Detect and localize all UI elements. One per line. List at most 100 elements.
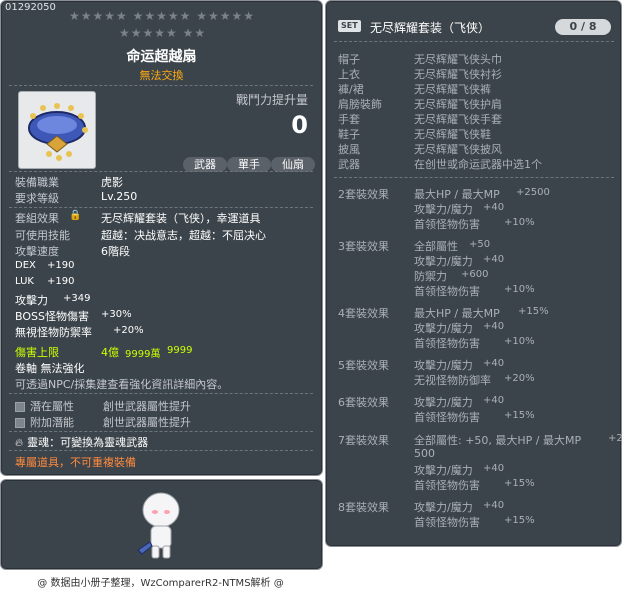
set-effect-tier-label: 3套裝效果 [338, 240, 389, 253]
set-effect-value: +20% [504, 373, 535, 384]
untradeable-label: 無法交換 [139, 69, 184, 82]
set-effect-stat: 全部屬性 [414, 240, 458, 253]
set-effect-value: +600 [461, 269, 489, 280]
potential-value: 創世武器屬性提升 [103, 400, 191, 413]
tag-fan: 仙扇 [271, 157, 315, 172]
star-force-row-1: ★★★★★ ★★★★★ ★★★★★ [69, 9, 255, 23]
set-effect-value: +15% [504, 478, 535, 489]
set-effect-stat: 攻擊力/魔力 [414, 255, 473, 268]
set-badge: SET [338, 20, 361, 32]
star-force-row-2: ★★★★★ ★★ [119, 26, 207, 40]
potential-icon [15, 402, 25, 412]
avatar-preview-panel [0, 479, 323, 570]
divider [334, 41, 614, 42]
boss-damage-label: BOSS怪物傷害 [15, 310, 89, 323]
set-effect-tier-label: 7套裝效果 [338, 434, 389, 447]
set-part-slot: 褲/裙 [338, 83, 364, 96]
set-effect-tier-label: 4套裝效果 [338, 307, 389, 320]
set-title: 无尽辉耀套装（飞侠） [370, 21, 491, 35]
potential-row: 潛在屬性 [15, 398, 74, 414]
set-effect-value: +40 [483, 500, 505, 511]
set-part-name: 无尽辉耀飞侠裤 [414, 83, 491, 96]
footer-credit: @ 数据由小册子整理，WzComparerR2-NTMS解析 @ [37, 578, 284, 589]
job-label: 裝備職業 [15, 176, 59, 189]
divider [9, 450, 313, 451]
level-value: Lv.250 [101, 190, 138, 203]
npc-note: 可透過NPC/採集建查看強化資訊詳細內容。 [15, 378, 229, 391]
set-effect-tier-label: 2套裝效果 [338, 188, 389, 201]
attack-label: 攻擊力 [15, 294, 48, 307]
item-icon-frame [18, 91, 96, 169]
exclusive-note: 專屬道具，不可重複裝備 [15, 456, 136, 469]
level-label: 要求等級 [15, 192, 59, 205]
soul-value: ：可變換為靈魂武器 [49, 436, 149, 449]
set-effect-stat: 首领怪物伤害 [414, 285, 480, 298]
luk-label: LUK [15, 276, 34, 287]
damage-cap-value-a: 4億 [101, 346, 119, 359]
tag-one-handed: 單手 [227, 157, 271, 172]
soul-label: 靈魂 [27, 436, 50, 449]
item-tooltip-panel: 01292050 ★★★★★ ★★★★★ ★★★★★ ★★★★★ ★★ 命运超越… [0, 0, 323, 476]
set-effect-value: +15% [504, 515, 535, 526]
set-effect-stat: 攻擊力/魔力 [414, 359, 473, 372]
item-name: 命运超越扇 [126, 49, 197, 65]
ignore-defense-label: 無視怪物防禦率 [15, 326, 92, 339]
divider [9, 171, 313, 172]
soul-row: 🔥︎ 靈魂：可變換為靈魂武器 [15, 434, 148, 450]
set-part-slot: 肩膀裝飾 [338, 98, 382, 111]
additional-potential-row: 附加潛能 [15, 414, 74, 430]
set-effect-value: +40 [483, 202, 505, 213]
lock-icon: 🔒 [69, 210, 82, 221]
set-part-slot: 武器 [338, 158, 360, 171]
set-effect-value: +40 [483, 321, 505, 332]
set-effect-tier-label: 8套裝效果 [338, 501, 389, 514]
dex-label: DEX [15, 260, 36, 271]
set-effect-stat: 首领怪物伤害 [414, 516, 480, 529]
set-effect-stat: 全部屬性: +50, 最大HP / 最大MP [414, 434, 582, 447]
set-info-panel: SET 无尽辉耀套装（飞侠） 0 / 8 帽子 无尽辉耀飞侠头巾 上衣 无尽辉耀飞侠衬… [325, 0, 622, 547]
set-effect-value: +10% [504, 217, 535, 228]
set-effect-value: +40 [483, 358, 505, 369]
set-effect-stat: 500 [414, 447, 435, 460]
set-effect-stat: 攻擊力/魔力 [414, 203, 473, 216]
additional-potential-icon [15, 418, 25, 428]
set-part-slot: 上衣 [338, 68, 360, 81]
set-effect-stat: 防禦力 [414, 270, 447, 283]
set-effect-value: +40 [483, 463, 505, 474]
set-effect-stat: 攻擊力/魔力 [414, 396, 473, 409]
potential-label: 潛在屬性 [30, 400, 74, 413]
set-part-name: 无尽辉耀飞侠手套 [414, 113, 502, 126]
set-part-slot: 帽子 [338, 53, 360, 66]
set-effect-value: +40 [483, 395, 505, 406]
job-value: 虎影 [101, 176, 123, 189]
power-increase-value: 0 [291, 111, 308, 139]
scroll-status: 卷軸 無法強化 [15, 362, 85, 375]
set-effect-stat: 首领怪物伤害 [414, 337, 480, 350]
set-effect-value: +2500 [516, 187, 550, 198]
dex-value: +190 [47, 260, 75, 271]
ignore-defense-value: +20% [113, 325, 144, 336]
set-effect-stat: 无视怪物防御率 [414, 374, 491, 387]
divider [9, 393, 313, 394]
additional-potential-value: 創世武器屬性提升 [103, 416, 191, 429]
divider [9, 85, 313, 86]
damage-cap-label: 傷害上限 [15, 346, 59, 359]
set-part-name: 无尽辉耀飞侠护肩 [414, 98, 502, 111]
character-avatar [137, 492, 180, 559]
set-part-slot: 披風 [338, 143, 360, 156]
attack-speed-label: 攻擊速度 [15, 245, 59, 258]
set-effect-value: +10% [504, 284, 535, 295]
damage-cap-value-b: 9999萬 [125, 349, 161, 360]
tag-weapon: 武器 [183, 157, 227, 172]
skill-label: 可使用技能 [15, 229, 70, 242]
set-effect-value: +15% [504, 410, 535, 421]
flame-icon: 🔥︎ [15, 436, 24, 449]
fan-icon [28, 103, 88, 161]
set-effect-value: +50 [469, 239, 491, 250]
attack-speed-value: 6階段 [101, 245, 130, 258]
set-part-name: 无尽辉耀飞侠披风 [414, 143, 502, 156]
set-effect-value: +15% [518, 306, 549, 317]
skill-value: 超越：决战意志，超越：不屈决心 [101, 229, 266, 242]
set-part-name: 无尽辉耀飞侠头巾 [414, 53, 502, 66]
divider [9, 431, 313, 432]
